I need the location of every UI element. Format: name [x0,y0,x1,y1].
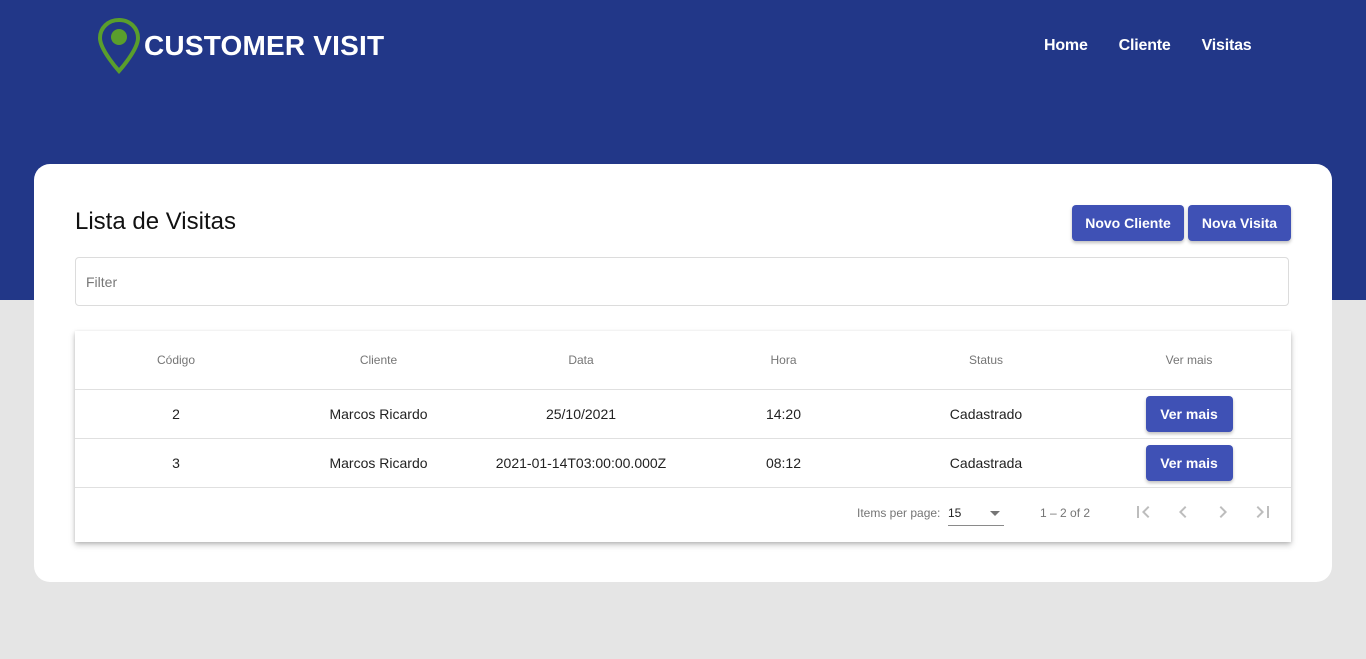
last-page-button[interactable] [1251,500,1275,524]
last-page-icon [1256,506,1269,518]
column-header-cliente: Cliente [277,331,480,390]
visits-table: Código Cliente Data Hora Status Ver mais… [75,331,1291,542]
items-per-page-label: Items per page: [857,506,941,520]
brand-logo[interactable]: CUSTOMER VISIT [98,18,384,74]
table-row: 3 Marcos Ricardo 2021-01-14T03:00:00.000… [75,438,1291,488]
cell-hora: 14:20 [682,389,885,439]
items-per-page-value: 15 [948,506,962,520]
column-header-data: Data [480,331,682,390]
nav-visitas[interactable]: Visitas [1202,37,1252,55]
novo-cliente-button[interactable]: Novo Cliente [1072,205,1184,241]
ver-mais-button[interactable]: Ver mais [1145,396,1233,432]
column-header-status: Status [885,331,1087,390]
cell-action: Ver mais [1087,438,1291,488]
cell-action: Ver mais [1087,389,1291,439]
column-header-ver-mais: Ver mais [1087,331,1291,390]
dropdown-arrow-icon [990,511,1000,516]
cell-codigo: 2 [75,389,277,439]
chevron-right-icon [1219,506,1227,518]
table-row: 2 Marcos Ricardo 25/10/2021 14:20 Cadast… [75,389,1291,439]
cell-status: Cadastrada [885,438,1087,488]
nova-visita-button[interactable]: Nova Visita [1188,205,1291,241]
nav-cliente[interactable]: Cliente [1119,37,1171,55]
brand-name: CUSTOMER VISIT [144,30,385,61]
chevron-left-icon [1179,506,1187,518]
first-page-button[interactable] [1131,500,1155,524]
cell-codigo: 3 [75,438,277,488]
filter-input[interactable] [76,258,1288,305]
next-page-button[interactable] [1211,500,1235,524]
map-pin-icon [98,18,140,74]
cell-data: 25/10/2021 [480,389,682,439]
column-header-hora: Hora [682,331,885,390]
cell-hora: 08:12 [682,438,885,488]
cell-cliente: Marcos Ricardo [277,389,480,439]
ver-mais-button[interactable]: Ver mais [1145,445,1233,481]
paginator: Items per page: 15 1 – 2 of 2 [75,485,1291,541]
previous-page-button[interactable] [1171,500,1195,524]
main-nav: Home Cliente Visitas [1044,37,1283,55]
cell-data: 2021-01-14T03:00:00.000Z [480,438,682,488]
cell-status: Cadastrado [885,389,1087,439]
first-page-icon [1137,506,1150,518]
page-title: Lista de Visitas [75,208,236,235]
range-label: 1 – 2 of 2 [1040,506,1091,520]
items-per-page-select[interactable]: 15 [948,499,1004,526]
visits-card: Lista de Visitas Novo Cliente Nova Visit… [34,164,1332,582]
cell-cliente: Marcos Ricardo [277,438,480,488]
table-header-row: Código Cliente Data Hora Status Ver mais [75,331,1291,390]
filter-field[interactable] [75,257,1289,306]
column-header-codigo: Código [75,331,277,390]
nav-home[interactable]: Home [1044,37,1088,55]
